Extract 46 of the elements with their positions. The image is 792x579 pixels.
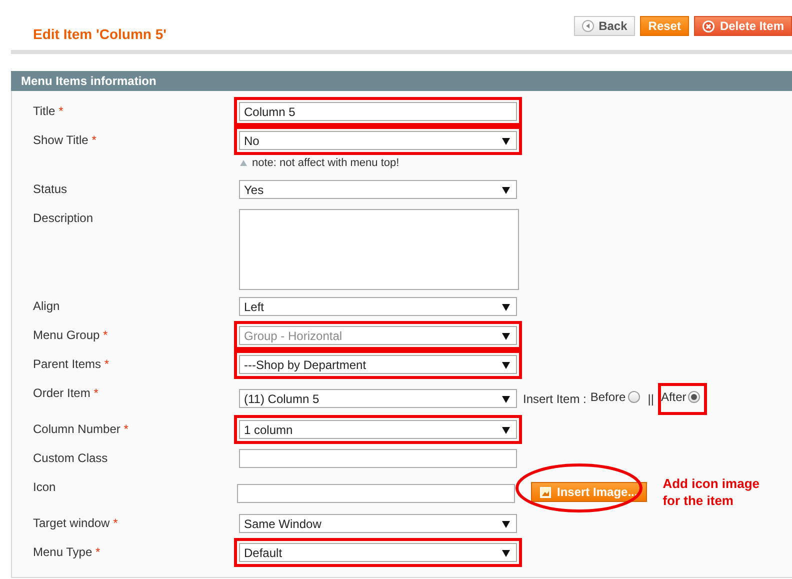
field-label: Description <box>33 210 94 225</box>
image-icon <box>540 486 551 498</box>
field-label: Title * <box>33 103 64 118</box>
text-field[interactable] <box>239 449 517 468</box>
dropdown-caret-icon <box>502 332 510 340</box>
field-label: Show Title * <box>33 132 98 147</box>
select-field[interactable]: (11) Column 5 <box>239 389 517 408</box>
page-title: Edit Item 'Column 5' <box>33 26 166 42</box>
field-label: Status <box>33 181 68 196</box>
annotation-text: Add icon image for the item <box>662 475 760 509</box>
field-label: Icon <box>33 479 57 494</box>
dropdown-caret-icon <box>502 360 510 368</box>
close-icon <box>702 20 715 32</box>
section-header: Menu Items information <box>11 71 792 91</box>
select-field[interactable]: Default <box>239 543 517 562</box>
field-label: Align <box>33 298 61 313</box>
field-label: Target window * <box>33 515 119 530</box>
field-label: Menu Group * <box>33 327 109 342</box>
triangle-icon <box>240 160 247 166</box>
field-label: Menu Type * <box>33 544 102 559</box>
field-note: note: not affect with menu top! <box>252 157 400 169</box>
dropdown-caret-icon <box>502 302 510 310</box>
field-label: Order Item * <box>33 385 100 400</box>
select-field[interactable]: Left <box>239 297 517 316</box>
field-label: Parent Items * <box>33 356 110 371</box>
dropdown-caret-icon <box>502 426 510 434</box>
position-radio[interactable]: Before <box>590 390 640 404</box>
select-field[interactable]: 1 column <box>239 420 517 439</box>
field-label: Custom Class <box>33 450 109 465</box>
select-field[interactable]: Yes <box>239 180 517 199</box>
text-field[interactable]: Column 5 <box>239 102 517 121</box>
insert-item-label: Insert Item : <box>523 392 586 406</box>
select-field[interactable]: ---Shop by Department <box>239 355 517 374</box>
dropdown-caret-icon <box>502 548 510 556</box>
back-icon <box>582 20 594 32</box>
dropdown-caret-icon <box>502 186 510 194</box>
dropdown-caret-icon <box>502 520 510 528</box>
dropdown-caret-icon <box>502 136 510 144</box>
select-field[interactable]: No <box>239 131 517 150</box>
description-textarea[interactable] <box>239 209 519 290</box>
back-button[interactable]: Back <box>574 16 636 36</box>
field-label: Column Number * <box>33 421 130 436</box>
separator: || <box>648 392 654 406</box>
select-field[interactable]: Same Window <box>239 514 517 533</box>
icon-field[interactable] <box>237 484 515 503</box>
dropdown-caret-icon <box>502 394 510 402</box>
